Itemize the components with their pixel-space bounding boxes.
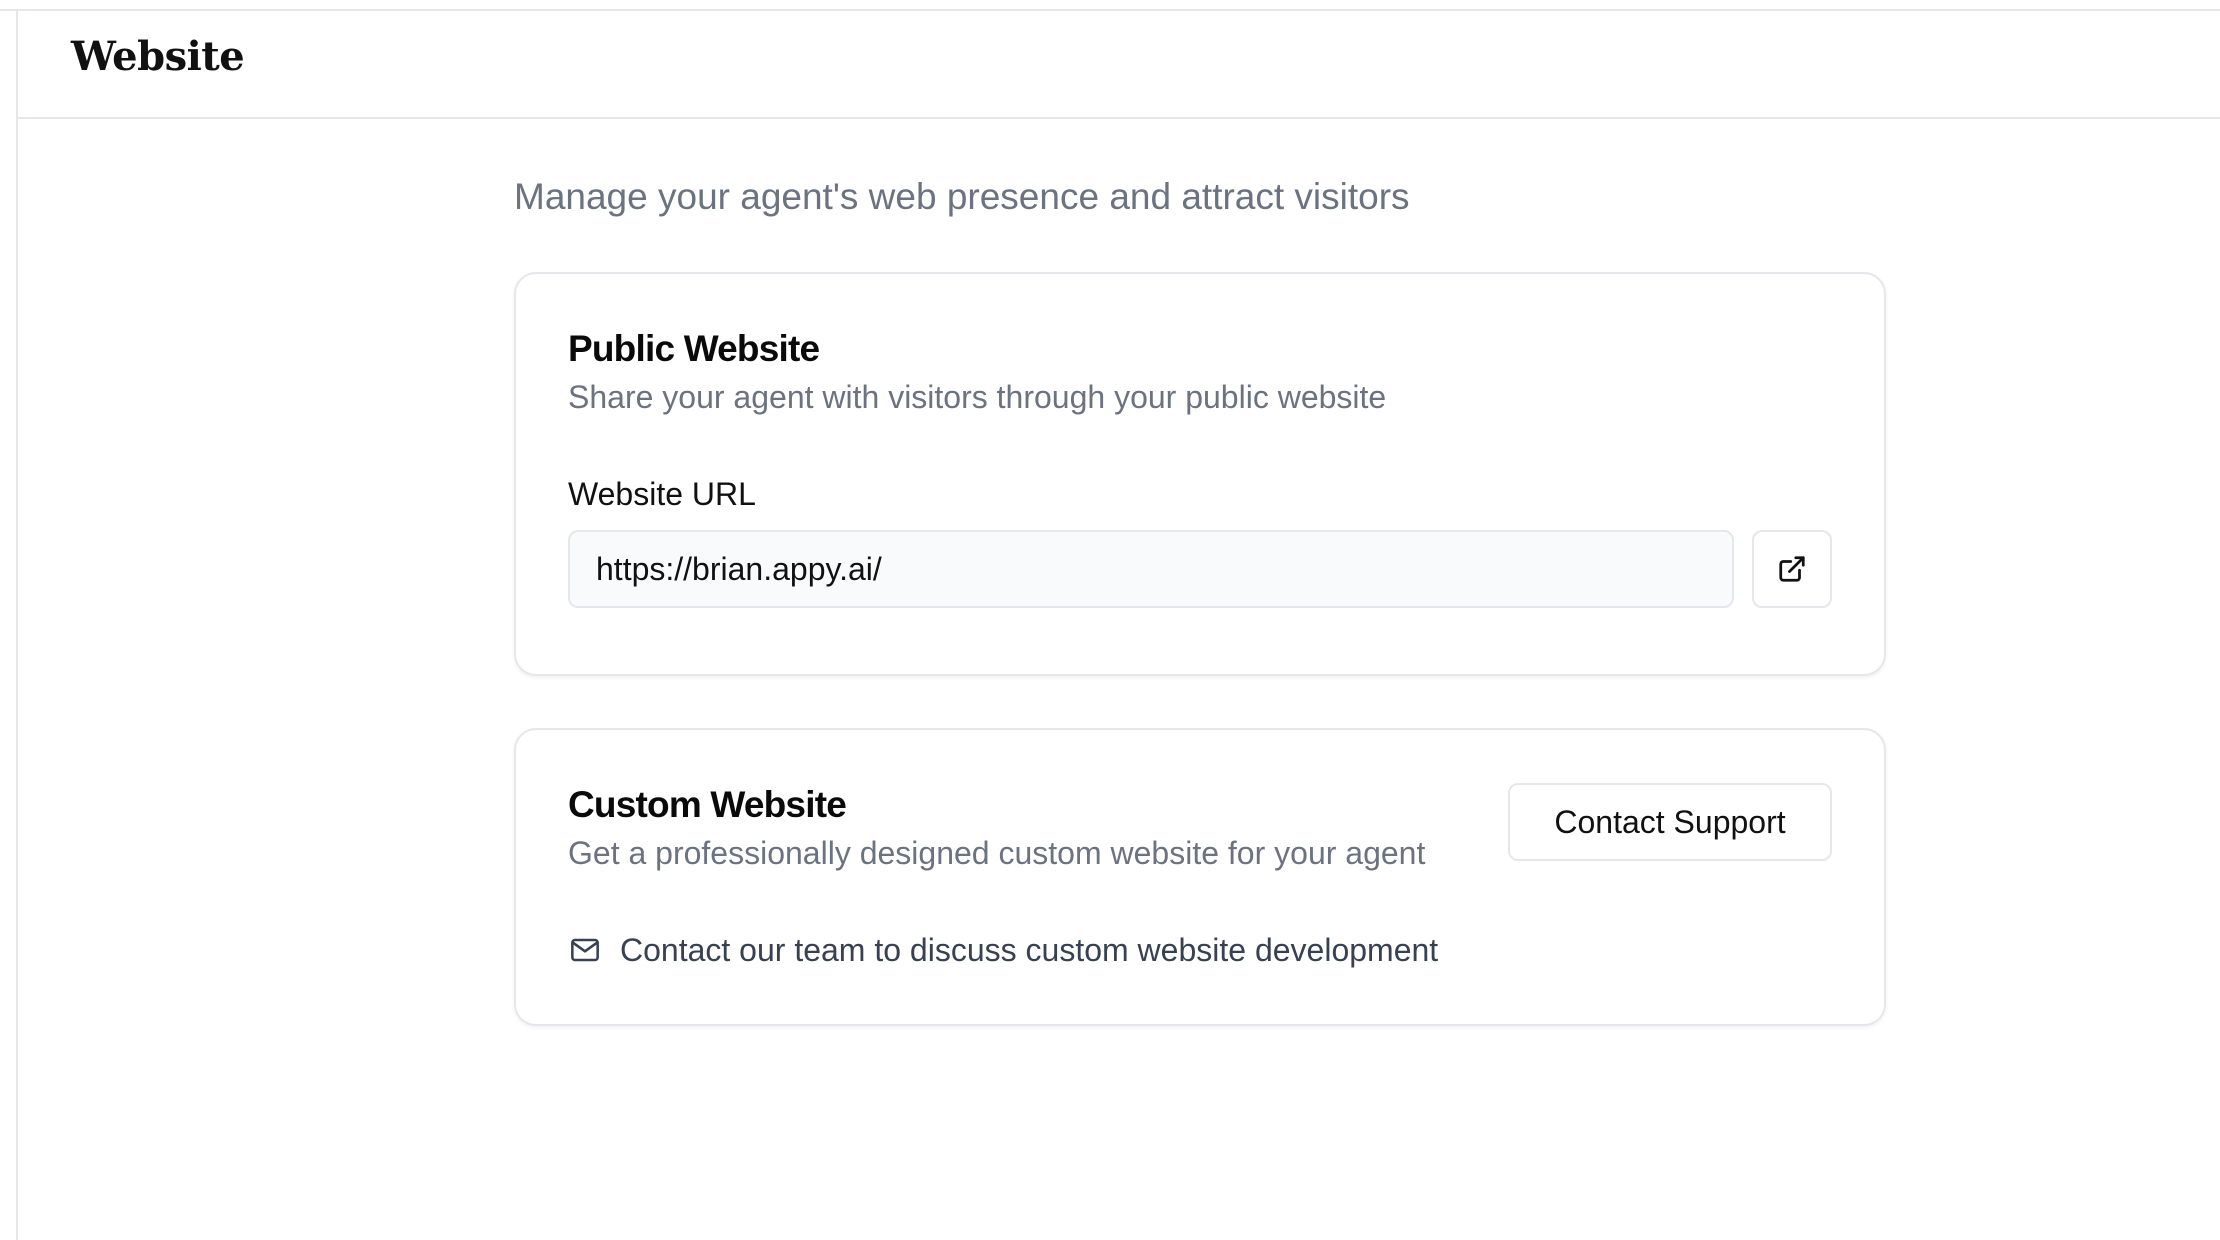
public-website-title: Public Website bbox=[568, 328, 820, 369]
contact-support-button[interactable]: Contact Support bbox=[1508, 783, 1832, 861]
page-description: Manage your agent's web presence and att… bbox=[514, 176, 1410, 217]
open-website-button[interactable] bbox=[1752, 530, 1832, 608]
public-website-card: Public Website Share your agent with vis… bbox=[514, 272, 1886, 676]
page-title: Website bbox=[71, 33, 245, 80]
website-url-input[interactable] bbox=[568, 530, 1734, 608]
mail-icon bbox=[568, 933, 602, 967]
main-content: Manage your agent's web presence and att… bbox=[514, 119, 1886, 1026]
website-url-label: Website URL bbox=[568, 476, 756, 512]
contact-note-text: Contact our team to discuss custom websi… bbox=[620, 932, 1439, 968]
page-header: Website bbox=[18, 11, 2220, 119]
contact-note: Contact our team to discuss custom websi… bbox=[568, 930, 1832, 970]
external-link-icon bbox=[1777, 554, 1807, 584]
custom-website-card: Custom Website Get a professionally desi… bbox=[514, 728, 1886, 1026]
public-website-subtitle: Share your agent with visitors through y… bbox=[568, 379, 1387, 415]
sidebar-edge bbox=[0, 11, 18, 1240]
website-url-row bbox=[568, 530, 1832, 608]
top-divider bbox=[0, 0, 2220, 11]
